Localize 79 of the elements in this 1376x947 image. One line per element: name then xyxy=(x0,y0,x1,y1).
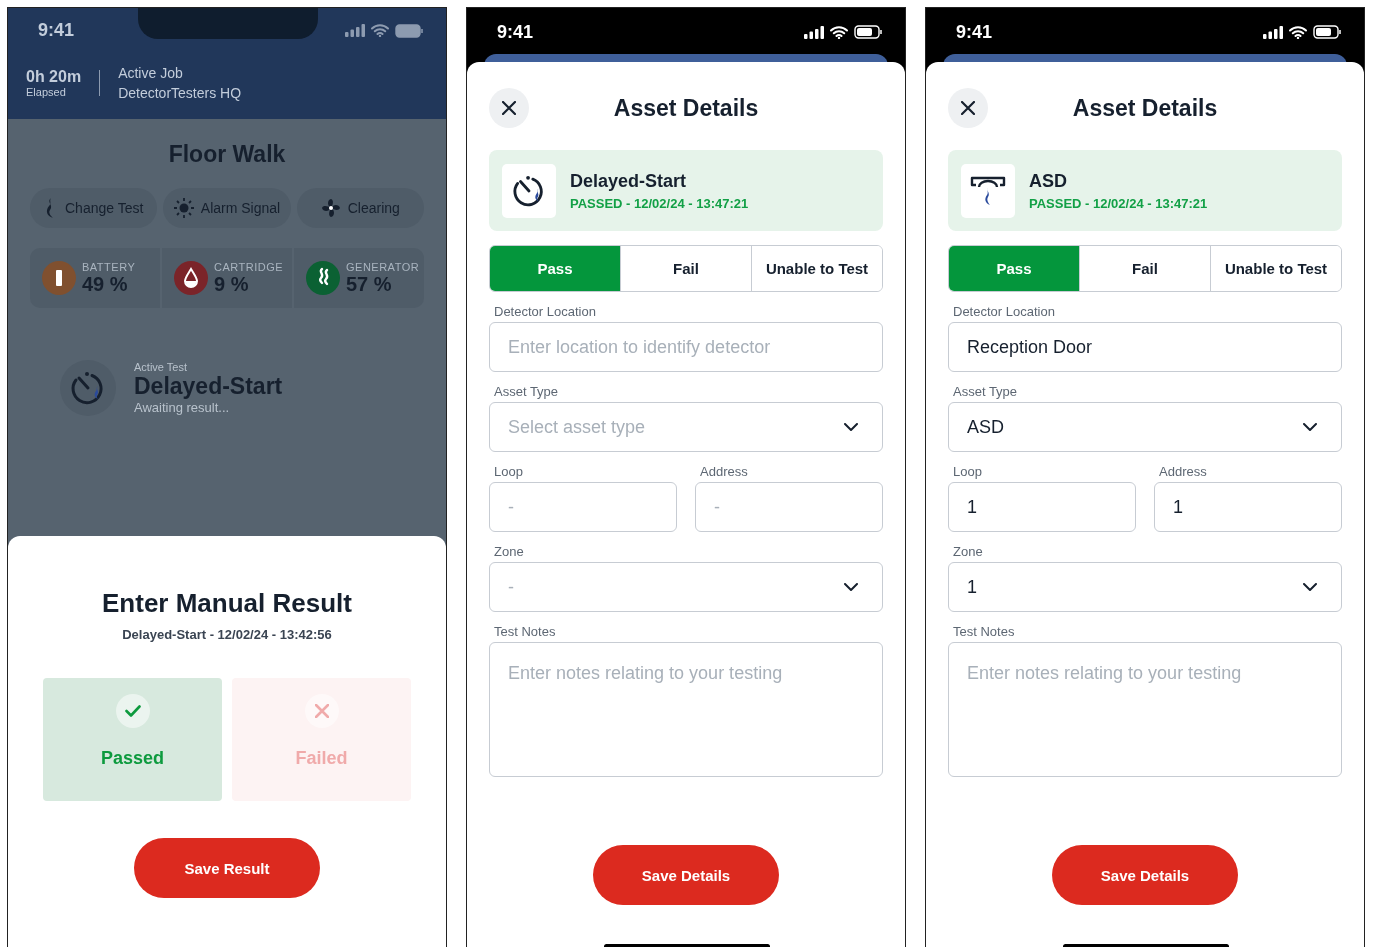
signal-icon xyxy=(345,24,365,37)
active-test-status: Awaiting result... xyxy=(134,400,231,415)
field-label: Detector Location xyxy=(953,304,1056,319)
field-label: Asset Type xyxy=(953,384,1019,399)
test-action-chip[interactable]: Clearing xyxy=(296,188,424,228)
elapsed-time: 0h 20m xyxy=(26,68,82,86)
chevron-down-icon xyxy=(844,582,858,592)
gauge-value: 57 % xyxy=(346,272,393,296)
gauge-label: GENERATOR xyxy=(346,260,420,273)
notes-field[interactable]: Enter notes relating to your testing xyxy=(948,642,1342,777)
field-label: Zone xyxy=(953,544,984,559)
chevron-down-icon xyxy=(1303,422,1317,432)
job-label: Active Job xyxy=(118,64,184,83)
battery-icon xyxy=(1313,25,1342,39)
save-details-button[interactable]: Save Details xyxy=(593,845,779,905)
asset-name: Delayed-Start xyxy=(570,170,688,192)
notes-field[interactable]: Enter notes relating to your testing xyxy=(489,642,883,777)
field-label: Test Notes xyxy=(953,624,1016,639)
save-details-button[interactable]: Save Details xyxy=(1052,845,1238,905)
wifi-icon xyxy=(371,24,389,37)
text-field[interactable]: - xyxy=(695,482,883,532)
field-label: Test Notes xyxy=(494,624,557,639)
text-field[interactable]: Reception Door xyxy=(948,322,1342,372)
chevron-down-icon xyxy=(1303,582,1317,592)
close-button[interactable] xyxy=(948,88,988,128)
result-segment[interactable]: Pass xyxy=(949,246,1080,291)
field-label: Address xyxy=(1159,464,1208,479)
active-test-name: Delayed-Start xyxy=(134,373,283,400)
field-label: Detector Location xyxy=(494,304,597,319)
gauge-value: 49 % xyxy=(82,272,129,296)
wifi-icon xyxy=(830,25,848,39)
text-field[interactable]: - xyxy=(489,482,677,532)
field-label: Zone xyxy=(494,544,525,559)
field-label: Loop xyxy=(494,464,524,479)
dropdown-field[interactable]: ASD xyxy=(948,402,1342,452)
close-icon xyxy=(961,101,975,115)
screen-title: Asset Details xyxy=(1072,94,1218,121)
sun-icon xyxy=(173,198,194,218)
status-time: 9:41 xyxy=(956,21,993,43)
field-label: Asset Type xyxy=(494,384,560,399)
screen-title: Floor Walk xyxy=(168,141,286,167)
field-label: Loop xyxy=(953,464,983,479)
status-time: 9:41 xyxy=(38,20,75,41)
pass-result-option[interactable]: Passed xyxy=(43,678,222,801)
sheet-subtitle: Delayed-Start - 12/02/24 - 13:42:56 xyxy=(122,627,332,642)
result-segment[interactable]: Pass xyxy=(490,246,621,291)
text-field[interactable]: 1 xyxy=(1154,482,1342,532)
field-label: Address xyxy=(700,464,749,479)
asset-status: PASSED - 12/02/24 - 13:47:21 xyxy=(1029,195,1208,211)
text-field[interactable]: Enter location to identify detector xyxy=(489,322,883,372)
fan-icon xyxy=(320,198,341,218)
chevron-down-icon xyxy=(844,422,858,432)
elapsed-label: Elapsed xyxy=(26,86,67,98)
gauge-label: CARTRIDGE xyxy=(214,260,284,273)
battery-icon xyxy=(854,25,883,39)
check-icon xyxy=(124,705,141,717)
status-time: 9:41 xyxy=(497,21,534,43)
dropdown-field[interactable]: 1 xyxy=(948,562,1342,612)
asset-name: ASD xyxy=(1029,170,1068,192)
screen-title: Asset Details xyxy=(613,94,759,121)
gauge-value: 9 % xyxy=(214,272,250,296)
active-test-label: Active Test xyxy=(134,361,188,373)
wifi-icon xyxy=(1289,25,1307,39)
job-name: DetectorTesters HQ xyxy=(118,84,242,103)
text-field[interactable]: 1 xyxy=(948,482,1136,532)
save-result-button[interactable]: Save Result xyxy=(134,838,320,898)
signal-icon xyxy=(1263,25,1283,39)
close-icon xyxy=(314,704,329,718)
gauge-label: BATTERY xyxy=(82,260,136,273)
signal-icon xyxy=(804,25,824,39)
asset-status: PASSED - 12/02/24 - 13:47:21 xyxy=(570,195,749,211)
close-icon xyxy=(502,101,516,115)
timer-icon xyxy=(512,173,546,208)
test-action-chip[interactable]: Alarm Signal xyxy=(163,188,291,228)
sheet-title: Enter Manual Result xyxy=(102,588,352,619)
battery-icon xyxy=(395,23,424,38)
test-action-chip[interactable]: Change Test xyxy=(30,188,158,228)
timer-icon xyxy=(70,370,106,406)
close-button[interactable] xyxy=(489,88,529,128)
